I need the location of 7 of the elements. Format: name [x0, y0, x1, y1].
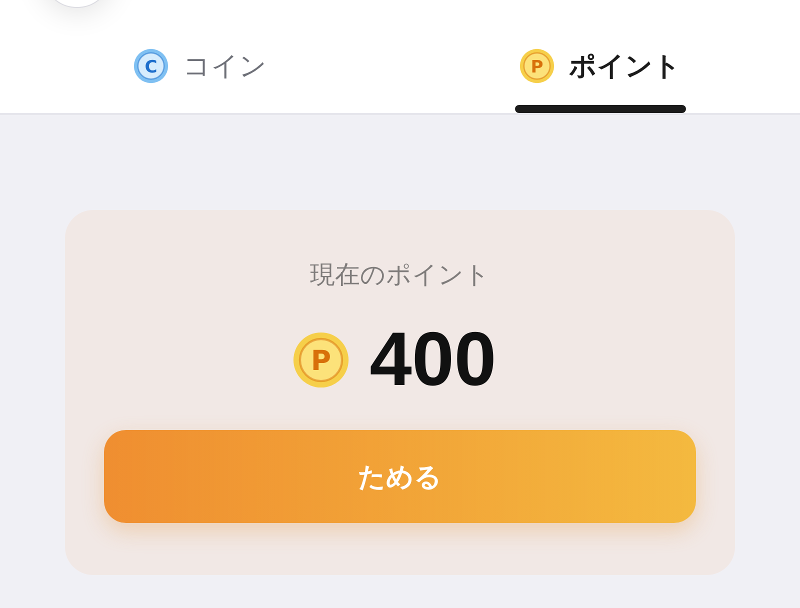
- coin-icon: C: [133, 48, 169, 84]
- card-label: 現在のポイント: [309, 260, 491, 290]
- tab[interactable]: C コイン: [0, 0, 400, 113]
- tab[interactable]: P ポイント: [400, 0, 800, 113]
- coin-icon: P: [519, 48, 555, 84]
- coin-icon: P: [292, 331, 350, 389]
- point-balance: 400: [370, 320, 496, 400]
